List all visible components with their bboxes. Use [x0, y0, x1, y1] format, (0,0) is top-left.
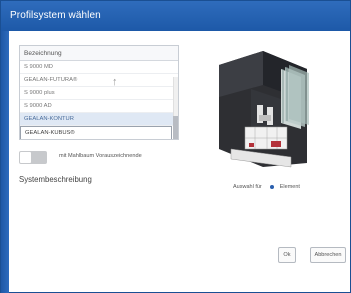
list-item[interactable]: GEALAN-FUTURA® — [20, 74, 178, 87]
toggle-switch[interactable] — [19, 151, 47, 164]
list-body: S 9000 MD GEALAN-FUTURA® S 9000 plus S 9… — [20, 61, 178, 139]
assignment-label: Auswahl für — [233, 184, 262, 190]
scrollbar-thumb[interactable] — [173, 116, 178, 139]
cancel-button[interactable]: Abbrechen — [310, 247, 346, 263]
profile-preview-image — [219, 51, 309, 168]
toggle-label: mit Mahlbaum Vorauszeichnende — [59, 153, 142, 159]
list-item[interactable]: S 9000 AD — [20, 100, 178, 113]
list-item[interactable]: S 9000 plus — [20, 87, 178, 100]
list-item[interactable]: S 9000 MD — [20, 61, 178, 74]
toggle-knob — [20, 152, 31, 163]
assignment-option[interactable]: Element — [280, 184, 300, 190]
column-header-bezeichnung[interactable]: Bezeichnung — [20, 46, 178, 61]
profile-system-dialog: Profilsystem wählen Bezeichnung S 9000 M… — [0, 0, 351, 293]
toggle-row: mit Mahlbaum Vorauszeichnende — [19, 151, 142, 164]
ok-button[interactable]: Ok — [278, 247, 296, 263]
dialog-left-rail — [1, 31, 9, 293]
system-description-heading: Systembeschreibung — [19, 175, 92, 184]
arrow-up-icon: ↑ — [112, 76, 118, 88]
radio-selected-icon[interactable] — [269, 184, 274, 189]
list-scrollbar[interactable] — [173, 77, 178, 139]
dialog-title: Profilsystem wählen — [1, 1, 350, 31]
list-item-selected[interactable]: GEALAN-KONTUR — [20, 113, 178, 126]
list-item[interactable]: GEALAN-KUBUS® — [20, 126, 172, 139]
assignment-row: Auswahl für Element — [233, 184, 300, 190]
profile-system-list: Bezeichnung S 9000 MD GEALAN-FUTURA® S 9… — [19, 45, 179, 140]
